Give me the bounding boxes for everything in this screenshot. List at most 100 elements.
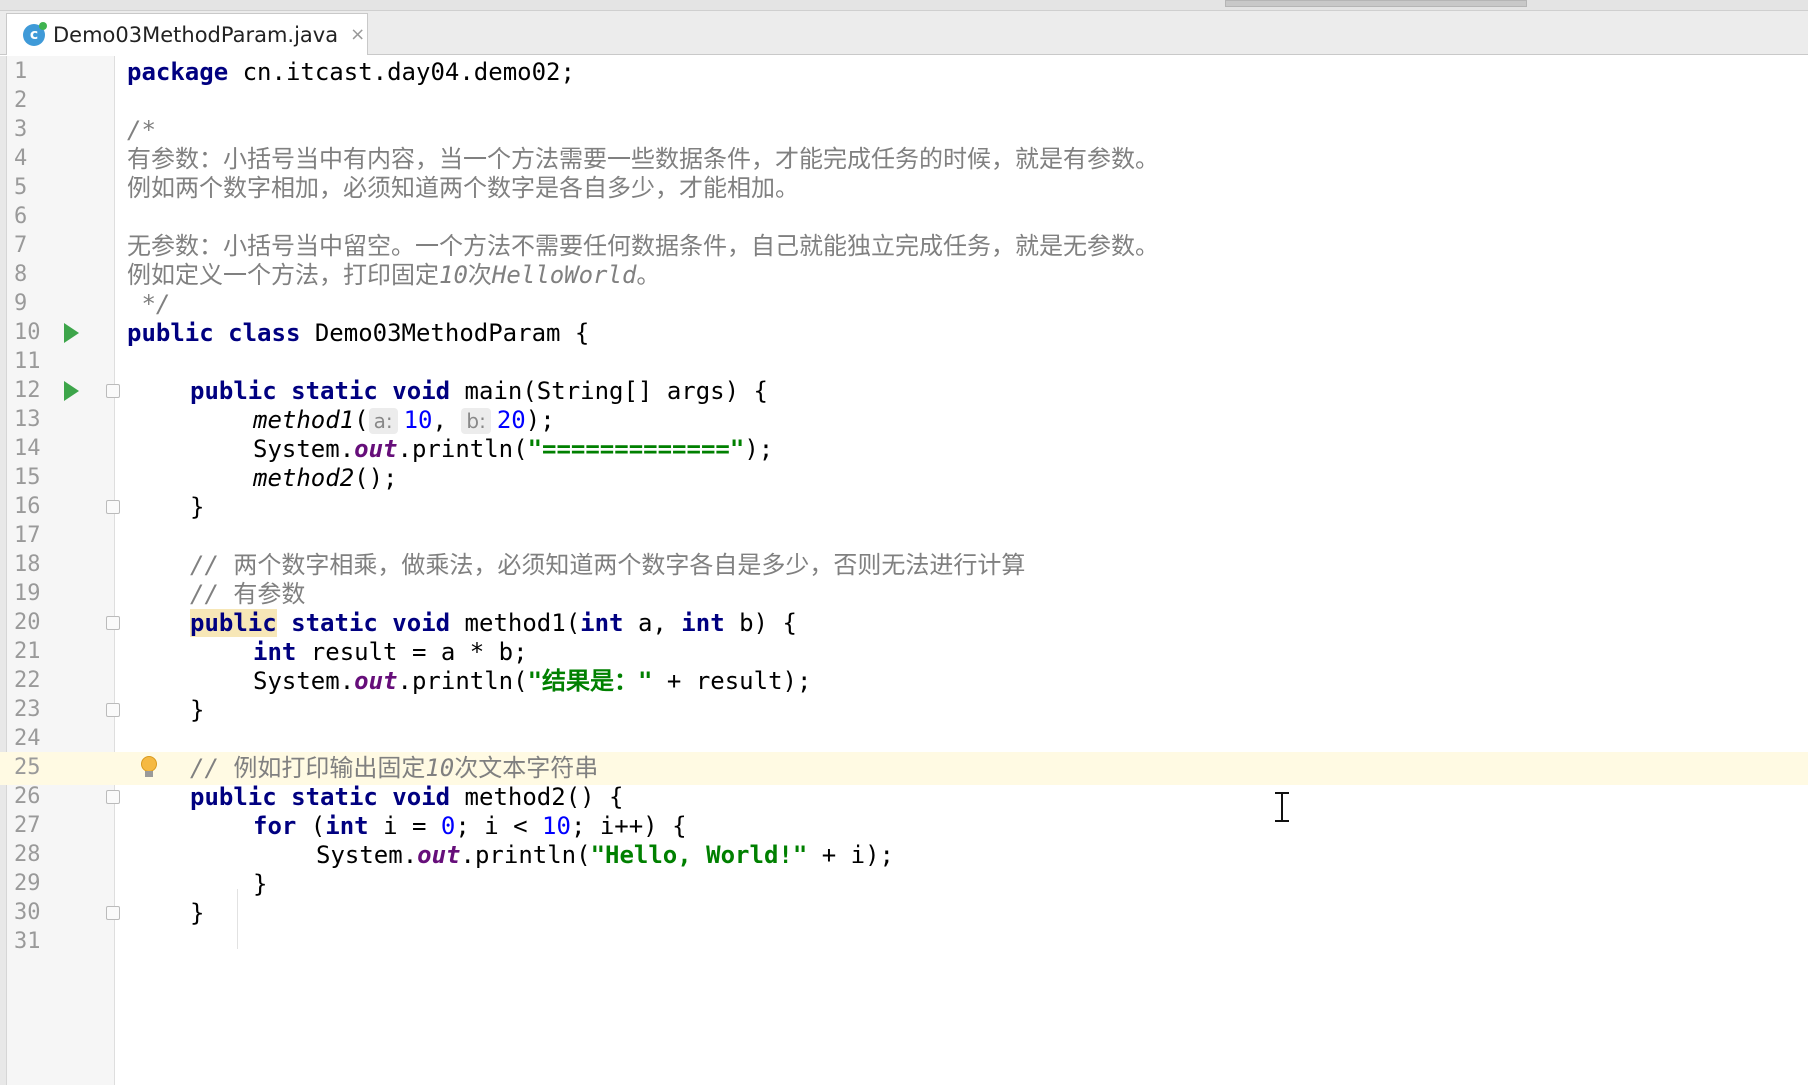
line-number: 29 (14, 871, 41, 896)
line-number: 23 (14, 697, 41, 722)
line-number: 7 (14, 233, 28, 258)
fold-icon[interactable] (106, 616, 120, 630)
code-line: 31 (0, 926, 1808, 959)
string-literal: "=============" (527, 435, 745, 463)
keyword: package (127, 58, 229, 86)
comment-text: // (190, 551, 234, 579)
line-number: 21 (14, 639, 41, 664)
keyword: public static void (190, 783, 451, 811)
comment-text: 有参数：小括号当中有内容，当一个方法需要一些数据条件，才能完成任务的时候，就是有… (127, 145, 1159, 173)
keyword: int (325, 812, 369, 840)
comment-text: */ (127, 290, 171, 318)
line-number: 15 (14, 465, 41, 490)
fold-icon[interactable] (106, 384, 120, 398)
keyword: public class (127, 319, 301, 347)
close-icon[interactable]: × (350, 24, 365, 45)
comment-text: 例如打印输出固定 (233, 754, 426, 782)
code-token: ; i < (455, 812, 543, 840)
line-number: 20 (14, 610, 41, 635)
number-literal: 10 (403, 406, 433, 434)
code-token: .println( (460, 841, 591, 869)
keyword: static void (276, 609, 451, 637)
static-field: out (417, 841, 461, 869)
package-name: cn.itcast.day04.demo02; (228, 58, 575, 86)
closing-brace: } (190, 899, 205, 927)
closing-brace: } (190, 493, 205, 521)
number-literal: 20 (496, 406, 526, 434)
text-cursor-icon (1275, 792, 1289, 822)
keyword-highlighted: public (190, 609, 277, 637)
editor-tab-bar: c Demo03MethodParam.java × (0, 11, 1808, 55)
keyword: for (253, 812, 297, 840)
comment-text: 次 (467, 261, 492, 289)
line-number: 25 (14, 755, 41, 780)
tab-filename: Demo03MethodParam.java (53, 22, 339, 47)
static-field: out (354, 667, 398, 695)
code-token: ; i++) { (570, 812, 687, 840)
comment-text: // (190, 580, 234, 608)
java-class-icon: c (23, 21, 47, 46)
line-number: 24 (14, 726, 41, 751)
method-call: method1 (253, 406, 355, 434)
line-number: 26 (14, 784, 41, 809)
parameter-hint: b: (461, 408, 491, 434)
comment-text: 10 (439, 261, 468, 289)
number-literal: 0 (440, 812, 456, 840)
code-token: , (432, 406, 462, 434)
lightbulb-icon[interactable] (141, 756, 157, 777)
horizontal-scrollbar-thumb[interactable] (1225, 0, 1527, 7)
method-call: method2 (253, 464, 355, 492)
line-number: 13 (14, 407, 41, 432)
code-token: ); (525, 406, 555, 434)
line-number: 11 (14, 349, 41, 374)
line-number: 22 (14, 668, 41, 693)
comment-text: 。 (636, 261, 661, 289)
comment-text: 有参数 (233, 580, 306, 608)
top-toolbar-strip (0, 0, 1808, 11)
code-token: ( (354, 406, 369, 434)
code-token: System. (253, 667, 355, 695)
tab-demo03methodparam[interactable]: c Demo03MethodParam.java × (6, 13, 368, 55)
string-literal: "结果是：" (527, 667, 653, 695)
line-number: 30 (14, 900, 41, 925)
comment-text: // (190, 754, 234, 782)
keyword: public static void (190, 377, 451, 405)
closing-brace: } (190, 696, 205, 724)
code-token: ); (744, 435, 774, 463)
number-literal: 10 (542, 812, 571, 840)
code-token: System. (253, 435, 355, 463)
comment-text: HelloWorld (491, 261, 637, 289)
method-signature: method2() { (450, 783, 624, 811)
line-number: 19 (14, 581, 41, 606)
code-token: a, (623, 609, 682, 637)
line-number: 31 (14, 929, 41, 954)
code-token: ( (296, 812, 326, 840)
fold-icon[interactable] (106, 790, 120, 804)
run-icon[interactable] (64, 381, 79, 401)
keyword: int (681, 609, 725, 637)
code-token: System. (316, 841, 418, 869)
fold-icon[interactable] (106, 906, 120, 920)
line-number: 27 (14, 813, 41, 838)
keyword: int (253, 638, 297, 666)
fold-icon[interactable] (106, 500, 120, 514)
code-token: .println( (397, 667, 528, 695)
fold-icon[interactable] (106, 703, 120, 717)
code-token: result = a * b; (296, 638, 528, 666)
code-token: b) { (724, 609, 797, 637)
class-declaration: Demo03MethodParam { (300, 319, 590, 347)
line-number: 1 (14, 59, 28, 84)
code-editor[interactable]: 1 package cn.itcast.day04.demo02; 2 3 /*… (0, 56, 1808, 1085)
line-number: 10 (14, 320, 41, 345)
comment-text: 两个数字相乘，做乘法，必须知道两个数字各自是多少，否则无法进行计算 (233, 551, 1026, 579)
line-number: 18 (14, 552, 41, 577)
keyword: int (580, 609, 624, 637)
string-literal: "Hello, World!" (590, 841, 808, 869)
run-icon[interactable] (64, 323, 79, 343)
comment-text: 次文本字符串 (454, 754, 599, 782)
comment-text: 无参数：小括号当中留空。一个方法不需要任何数据条件，自己就能独立完成任务，就是无… (127, 232, 1159, 260)
line-number: 4 (14, 146, 28, 171)
line-number: 12 (14, 378, 41, 403)
line-number: 14 (14, 436, 41, 461)
line-number: 16 (14, 494, 41, 519)
